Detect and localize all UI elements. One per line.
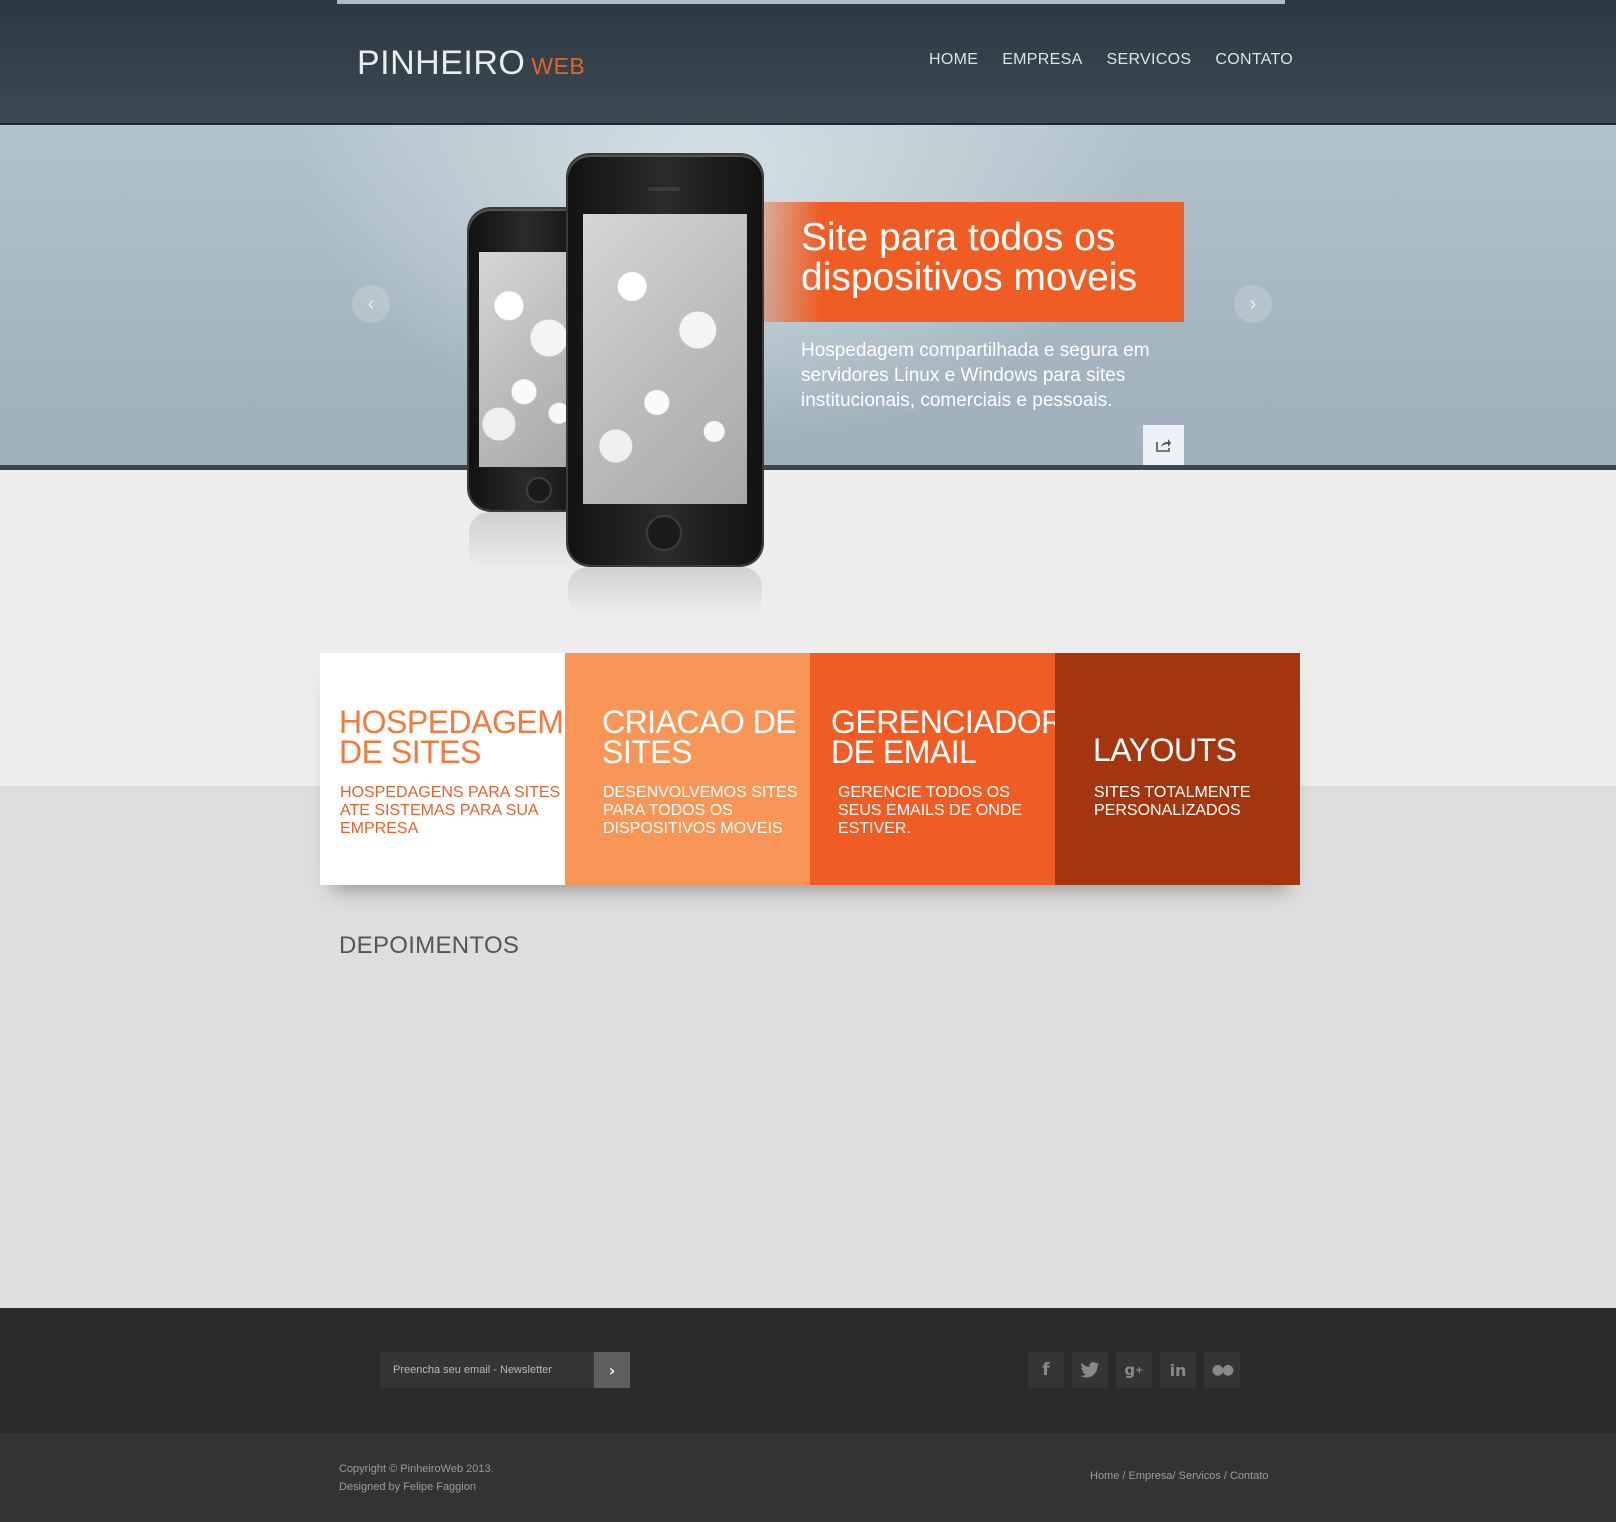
newsletter-email-input[interactable] xyxy=(380,1352,594,1388)
services-tiles: HOSPEDAGEM DE SITES HOSPEDAGENS PARA SIT… xyxy=(320,653,1300,885)
chevron-left-icon: ‹ xyxy=(367,292,375,315)
copyright: Copyright © PinheiroWeb 2013. Designed b… xyxy=(339,1460,494,1496)
service-text: DESENVOLVEMOS SITES PARA TODOS OS DISPOS… xyxy=(603,784,798,837)
service-title: CRIACAO DE SITES xyxy=(602,704,797,770)
logo[interactable]: PINHEIRO WEB xyxy=(357,44,585,83)
site-header: PINHEIRO WEB HOME EMPRESA SERVICOS CONTAT… xyxy=(0,0,1616,125)
phone-image xyxy=(568,155,762,565)
phone-home-button xyxy=(646,515,682,551)
phone-home-button xyxy=(526,477,552,503)
service-text: HOSPEDAGENS PARA SITES ATE SISTEMAS PARA… xyxy=(340,784,561,837)
service-tile-hospedagem[interactable]: HOSPEDAGEM DE SITES HOSPEDAGENS PARA SIT… xyxy=(320,653,565,885)
share-icon xyxy=(1155,439,1171,452)
linkedin-icon[interactable]: in xyxy=(1160,1352,1196,1388)
social-links: f g + in ●● xyxy=(1028,1352,1240,1388)
phone-screen xyxy=(479,252,579,467)
footer-bottom xyxy=(0,1433,1616,1522)
service-tile-criacao[interactable]: CRIACAO DE SITES DESENVOLVEMOS SITES PAR… xyxy=(565,653,810,885)
newsletter-form: › xyxy=(380,1352,630,1388)
nav-home[interactable]: HOME xyxy=(929,51,978,69)
footer-nav-links[interactable]: Home / Empresa/ Servicos / Contato xyxy=(1090,1470,1269,1482)
hero-title: Site para todos os dispositivos moveis xyxy=(801,216,1137,299)
slider-next-button[interactable]: › xyxy=(1234,285,1272,323)
phone-reflection xyxy=(568,567,762,617)
chevron-right-icon: › xyxy=(1249,292,1257,315)
copyright-line: Copyright © PinheiroWeb 2013. xyxy=(339,1463,494,1475)
chevron-right-icon: › xyxy=(608,1360,616,1380)
google-plus-icon[interactable]: g + xyxy=(1116,1352,1152,1388)
share-button[interactable] xyxy=(1143,425,1184,465)
facebook-icon[interactable]: f xyxy=(1028,1352,1064,1388)
testimonials-title: DEPOIMENTOS xyxy=(339,932,520,959)
newsletter-submit-button[interactable]: › xyxy=(594,1352,630,1388)
footer-top xyxy=(0,1308,1616,1433)
slider-prev-button[interactable]: ‹ xyxy=(352,285,390,323)
main-nav: HOME EMPRESA SERVICOS CONTATO xyxy=(929,51,1293,69)
service-title: HOSPEDAGEM DE SITES xyxy=(339,704,564,770)
nav-servicos[interactable]: SERVICOS xyxy=(1107,51,1192,69)
service-text: GERENCIE TODOS OS SEUS EMAILS DE ONDE ES… xyxy=(838,784,1023,837)
hero-description: Hospedagem compartilhada e segura em ser… xyxy=(801,340,1150,411)
hero-base-line xyxy=(0,465,1616,470)
service-title: LAYOUTS xyxy=(1093,732,1237,768)
twitter-icon[interactable] xyxy=(1072,1352,1108,1388)
logo-main: PINHEIRO xyxy=(357,44,526,82)
nav-contato[interactable]: CONTATO xyxy=(1215,51,1293,69)
twitter-bird-icon xyxy=(1080,1362,1099,1378)
phone-screen xyxy=(583,214,747,504)
logo-accent: WEB xyxy=(531,53,586,79)
service-text: SITES TOTALMENTE PERSONALIZADOS xyxy=(1094,784,1251,819)
header-strip xyxy=(337,0,1285,4)
service-title: GERENCIADOR DE EMAIL xyxy=(831,704,1064,770)
nav-empresa[interactable]: EMPRESA xyxy=(1002,51,1082,69)
designer-credit: Designed by Felipe Faggion xyxy=(339,1481,476,1493)
service-tile-layouts[interactable]: LAYOUTS SITES TOTALMENTE PERSONALIZADOS xyxy=(1055,653,1300,885)
flickr-icon[interactable]: ●● xyxy=(1204,1352,1240,1388)
phone-speaker xyxy=(648,187,680,191)
service-tile-email[interactable]: GERENCIADOR DE EMAIL GERENCIE TODOS OS S… xyxy=(810,653,1064,885)
